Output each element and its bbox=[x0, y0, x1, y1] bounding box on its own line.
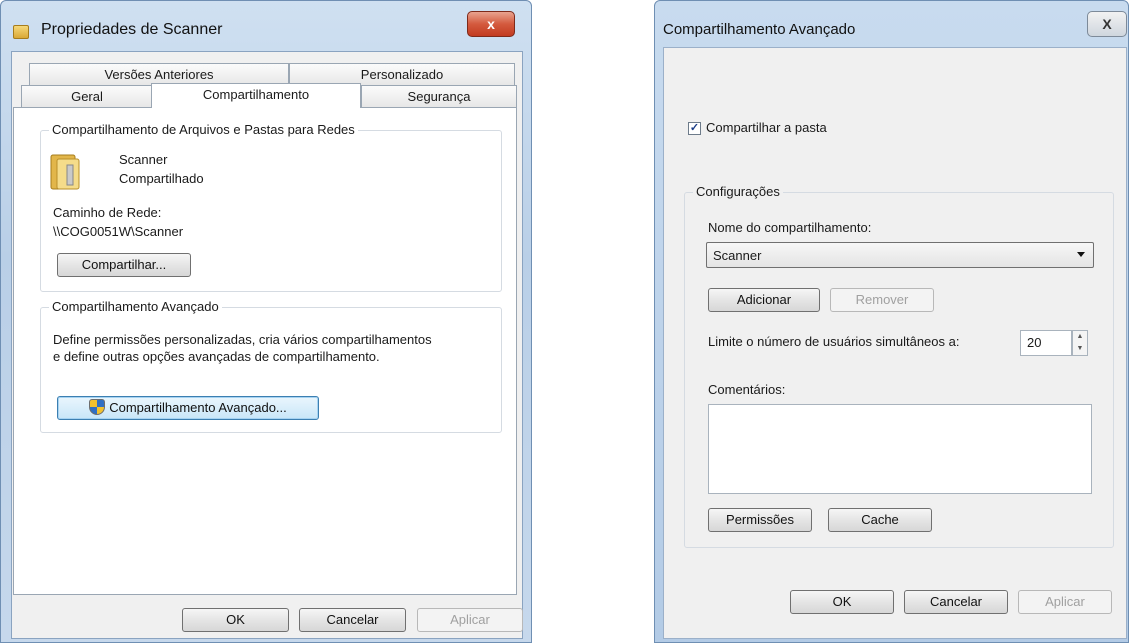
apply-button[interactable]: Aplicar bbox=[1018, 590, 1112, 614]
share-folder-checkbox[interactable]: ✓ bbox=[688, 122, 701, 135]
advanced-description-line2: e define outras opções avançadas de comp… bbox=[53, 349, 380, 364]
tab-versoes-anteriores[interactable]: Versões Anteriores bbox=[29, 63, 289, 85]
comments-label: Comentários: bbox=[708, 382, 786, 397]
advanced-sharing-button[interactable]: Compartilhamento Avançado... bbox=[57, 396, 319, 420]
remove-button[interactable]: Remover bbox=[830, 288, 934, 312]
network-sharing-legend: Compartilhamento de Arquivos e Pastas pa… bbox=[49, 122, 358, 137]
advanced-window-title: Compartilhamento Avançado bbox=[663, 21, 856, 38]
share-folder-label: Compartilhar a pasta bbox=[706, 120, 827, 135]
apply-button[interactable]: Aplicar bbox=[417, 608, 523, 632]
close-button[interactable]: X bbox=[1087, 11, 1127, 37]
cancel-button[interactable]: Cancelar bbox=[904, 590, 1008, 614]
shared-folder-icon bbox=[50, 154, 80, 190]
advanced-sharing-window: Compartilhamento Avançado X ✓ Compartilh… bbox=[654, 0, 1129, 643]
uac-shield-icon bbox=[89, 399, 106, 415]
chevron-down-icon[interactable]: ▼ bbox=[1073, 343, 1087, 355]
add-button[interactable]: Adicionar bbox=[708, 288, 820, 312]
ok-button[interactable]: OK bbox=[182, 608, 289, 632]
advanced-sharing-legend: Compartilhamento Avançado bbox=[49, 299, 222, 314]
properties-window-title: Propriedades de Scanner bbox=[41, 21, 223, 38]
tab-geral[interactable]: Geral bbox=[21, 85, 153, 107]
network-path-label: Caminho de Rede: bbox=[53, 205, 162, 220]
advanced-client-area: ✓ Compartilhar a pasta Configurações Nom… bbox=[663, 47, 1127, 639]
cache-button[interactable]: Cache bbox=[828, 508, 932, 532]
tab-compartilhamento[interactable]: Compartilhamento bbox=[151, 83, 361, 108]
tab-seguranca[interactable]: Segurança bbox=[361, 85, 517, 107]
network-path-value: \\COG0051W\Scanner bbox=[53, 224, 184, 239]
share-button[interactable]: Compartilhar... bbox=[57, 253, 191, 277]
user-limit-label: Limite o número de usuários simultâneos … bbox=[708, 334, 960, 349]
close-button[interactable]: x bbox=[467, 11, 515, 37]
properties-window: Propriedades de Scanner x Versões Anteri… bbox=[0, 0, 532, 643]
folder-share-status: Compartilhado bbox=[119, 171, 204, 186]
share-name-dropdown[interactable]: Scanner bbox=[706, 242, 1094, 268]
folder-icon bbox=[13, 25, 29, 39]
chevron-down-icon bbox=[1077, 252, 1085, 257]
user-limit-stepper[interactable]: ▲ ▼ bbox=[1072, 330, 1088, 356]
tab-personalizado[interactable]: Personalizado bbox=[289, 63, 515, 85]
share-name-value: Scanner bbox=[713, 248, 762, 263]
advanced-titlebar[interactable]: Compartilhamento Avançado X bbox=[655, 1, 1128, 45]
comments-textarea[interactable] bbox=[708, 404, 1092, 494]
cancel-button[interactable]: Cancelar bbox=[299, 608, 406, 632]
folder-name: Scanner bbox=[119, 152, 168, 167]
settings-legend: Configurações bbox=[693, 184, 783, 199]
advanced-sharing-button-label: Compartilhamento Avançado... bbox=[109, 400, 287, 415]
share-name-label: Nome do compartilhamento: bbox=[708, 220, 872, 235]
user-limit-input[interactable]: 20 bbox=[1020, 330, 1072, 356]
ok-button[interactable]: OK bbox=[790, 590, 894, 614]
advanced-description-line1: Define permissões personalizadas, cria v… bbox=[53, 332, 432, 347]
properties-titlebar[interactable]: Propriedades de Scanner x bbox=[1, 1, 531, 49]
permissions-button[interactable]: Permissões bbox=[708, 508, 812, 532]
chevron-up-icon[interactable]: ▲ bbox=[1073, 331, 1087, 343]
